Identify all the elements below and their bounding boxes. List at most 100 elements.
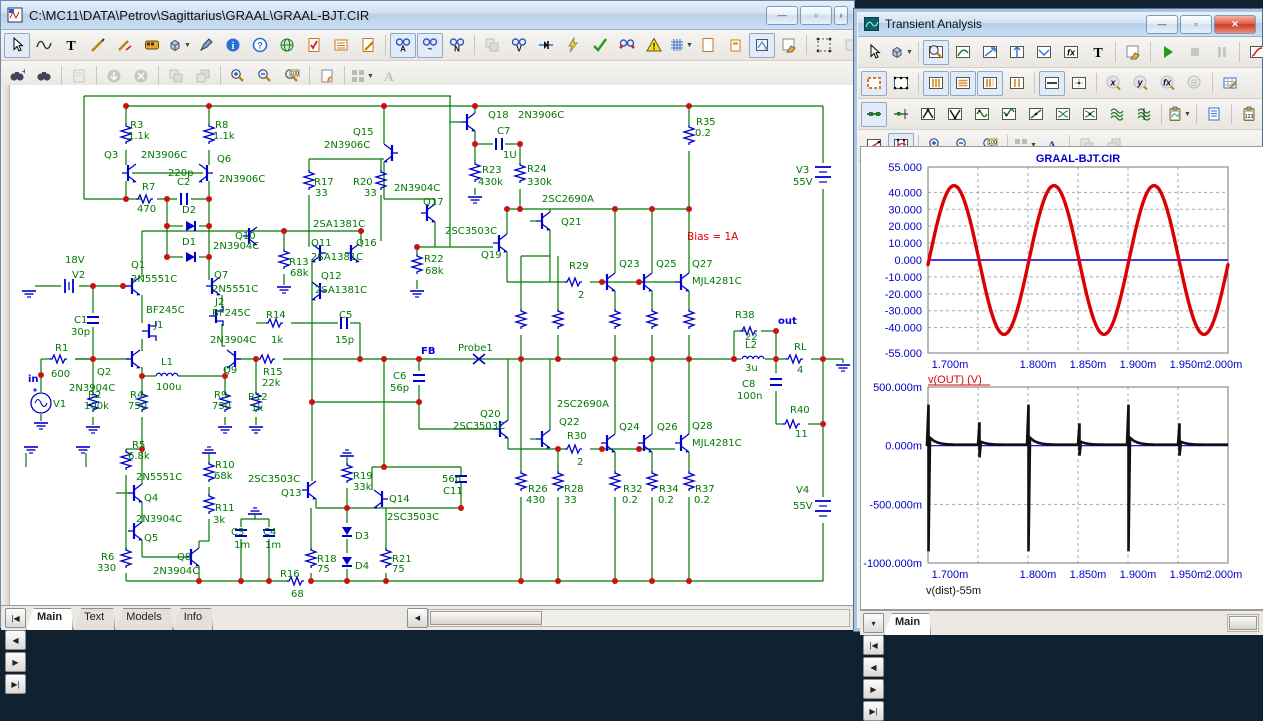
nav-button[interactable]: ▶ <box>863 679 884 699</box>
transistor-icon[interactable] <box>461 113 475 132</box>
ta-sloped-icon[interactable] <box>1031 40 1057 65</box>
part[interactable] <box>647 471 657 491</box>
ta-multib2-icon[interactable] <box>1131 102 1157 127</box>
ta-magbox-icon[interactable] <box>923 40 949 65</box>
part[interactable] <box>376 170 386 190</box>
ta-cy-icon[interactable]: y <box>1128 71 1154 96</box>
main-glassR-icon[interactable] <box>614 33 640 58</box>
ta-vlines2-icon[interactable] <box>977 71 1003 96</box>
ta-valleyb-icon[interactable] <box>942 102 968 127</box>
part[interactable] <box>33 388 37 392</box>
main-sel-icon[interactable] <box>4 33 30 58</box>
main-docblank-icon[interactable] <box>695 33 721 58</box>
main-docpencil-icon[interactable] <box>355 33 381 58</box>
ta-cur2-icon[interactable] <box>888 102 914 127</box>
transistor-icon[interactable] <box>126 350 140 369</box>
transistor-icon[interactable] <box>675 434 689 453</box>
part[interactable] <box>684 125 694 145</box>
main-layersdd-icon[interactable] <box>479 33 505 58</box>
diode-icon[interactable] <box>186 252 195 262</box>
diode-icon[interactable] <box>342 557 352 565</box>
close-button-partial[interactable]: › <box>834 6 848 25</box>
part[interactable] <box>553 471 563 491</box>
main-grid-icon[interactable]: ▼ <box>668 33 694 58</box>
part[interactable] <box>786 355 803 363</box>
main-pencil-icon[interactable] <box>85 33 111 58</box>
part[interactable] <box>565 445 582 453</box>
ta-scalebox-icon[interactable] <box>861 71 887 96</box>
ta-vlines3-icon[interactable] <box>1004 71 1030 96</box>
main-docsmall-icon[interactable] <box>722 33 748 58</box>
ta-clip123-icon[interactable]: 123 <box>1236 102 1262 127</box>
ta-peakb-icon[interactable] <box>915 102 941 127</box>
transistor-icon[interactable] <box>536 430 550 449</box>
ta-cube-icon[interactable]: ▼ <box>888 40 914 65</box>
ta-zerobox-icon[interactable] <box>1039 71 1065 96</box>
nav-button[interactable]: ◀ <box>5 630 26 650</box>
main-cube-icon[interactable]: ▼ <box>166 33 192 58</box>
main-wave-icon[interactable] <box>31 33 57 58</box>
nav-button[interactable]: ▶| <box>863 701 884 721</box>
main-globe-icon[interactable] <box>274 33 300 58</box>
part[interactable] <box>258 355 275 363</box>
main-check2-icon[interactable] <box>587 33 613 58</box>
part[interactable] <box>304 170 314 190</box>
ta-vlines-icon[interactable] <box>923 71 949 96</box>
part[interactable] <box>412 254 422 274</box>
schematic-canvas[interactable]: R31.1kQ32N3906CR81.1kQ62N3906CR7470220pC… <box>1 85 856 605</box>
ta-handdoc-icon[interactable] <box>1120 40 1146 65</box>
main-doccheck-icon[interactable] <box>301 33 327 58</box>
ta-crossbox-icon[interactable] <box>1066 71 1092 96</box>
main-bus-icon[interactable] <box>139 33 165 58</box>
ta-cur1-icon[interactable] <box>861 102 887 127</box>
part[interactable] <box>516 309 526 329</box>
part[interactable] <box>204 494 214 514</box>
nav-button[interactable]: |◀ <box>863 635 884 655</box>
tab-info[interactable]: Info <box>173 608 213 630</box>
ta-slopeb-icon[interactable] <box>1023 102 1049 127</box>
part[interactable] <box>565 278 582 286</box>
main-glassV-icon[interactable]: V <box>506 33 532 58</box>
ta-stopg-icon[interactable] <box>1182 40 1208 65</box>
main-glassA-icon[interactable]: A <box>390 33 416 58</box>
ta-sel-icon[interactable] <box>861 40 887 65</box>
main-handdoc-icon[interactable] <box>776 33 802 58</box>
ta-clipwave-icon[interactable]: ▼ <box>1166 102 1192 127</box>
main-doclines-icon[interactable] <box>328 33 354 58</box>
part[interactable] <box>279 249 289 269</box>
nav-button[interactable]: ▶| <box>5 674 26 694</box>
nav-button[interactable]: ◀ <box>863 657 884 677</box>
close-button[interactable]: ✕ <box>1214 15 1256 34</box>
plot-panel[interactable]: GRAAL-BJT.CIR55.00040.00030.00020.00010.… <box>860 146 1263 610</box>
transistor-icon[interactable] <box>374 490 388 509</box>
ta-curveb1-icon[interactable] <box>1050 102 1076 127</box>
ta-fxbox-icon[interactable]: fx <box>1058 40 1084 65</box>
main-pencil2-icon[interactable] <box>112 33 138 58</box>
vertical-scrollbar[interactable] <box>1 85 10 605</box>
ta-sineb-icon[interactable] <box>969 102 995 127</box>
transient-titlebar[interactable]: Transient Analysis — ▫ ✕ <box>858 12 1262 37</box>
ta-dotsbox-icon[interactable] <box>888 71 914 96</box>
restore-button[interactable]: ▫ <box>1180 15 1212 34</box>
minimize-button[interactable]: — <box>766 6 798 25</box>
part[interactable] <box>381 548 391 568</box>
main-text-icon[interactable]: T <box>58 33 84 58</box>
ta-pauseg-icon[interactable] <box>1209 40 1235 65</box>
main-help-icon[interactable]: ? <box>247 33 273 58</box>
ta-curvebox-icon[interactable] <box>950 40 976 65</box>
ta-tablepen-icon[interactable] <box>1217 71 1243 96</box>
diode-icon[interactable] <box>186 221 195 231</box>
part[interactable] <box>553 309 563 329</box>
tab-models[interactable]: Models <box>115 608 172 630</box>
ta-slopeu-icon[interactable] <box>977 40 1003 65</box>
part[interactable] <box>204 462 214 482</box>
main-nodebox-icon[interactable] <box>749 33 775 58</box>
part[interactable] <box>515 163 525 183</box>
transistor-icon[interactable] <box>675 273 689 292</box>
ta-slopev-icon[interactable] <box>1004 40 1030 65</box>
part[interactable] <box>342 463 352 483</box>
main-info-icon[interactable]: i <box>220 33 246 58</box>
ta-cx-icon[interactable]: x <box>1101 71 1127 96</box>
ta-textT-icon[interactable]: T <box>1085 40 1111 65</box>
ta-waveb-icon[interactable] <box>996 102 1022 127</box>
